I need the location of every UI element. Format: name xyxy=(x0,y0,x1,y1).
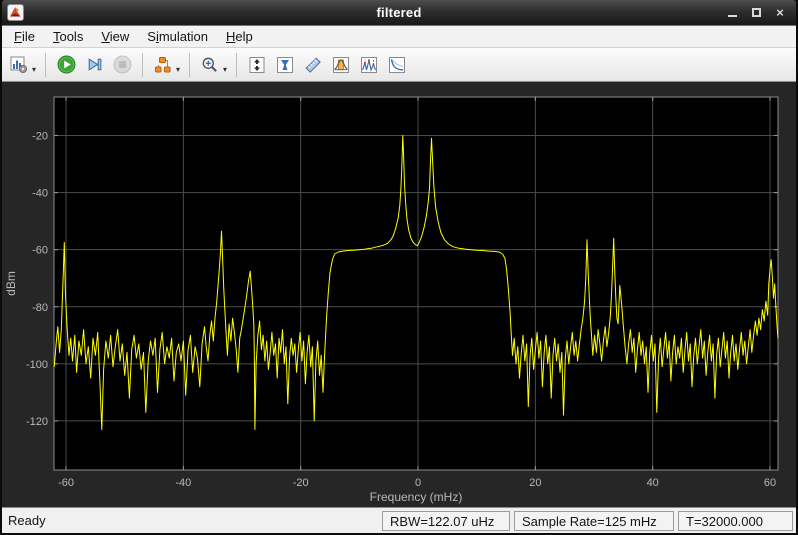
spectrum-plot[interactable]: -60 -40 -20 0 20 40 60 -20 -40 -60 -80 -100 -120 Freq… xyxy=(2,82,796,507)
toolbar-separator xyxy=(189,53,190,77)
status-rbw: RBW=122.07 uHz xyxy=(382,511,510,531)
status-sample-rate: Sample Rate=125 mHz xyxy=(514,511,674,531)
toolbar: ▾ xyxy=(2,48,796,82)
zoom-dropdown[interactable]: ▾ xyxy=(223,65,227,74)
scope-window: filtered × File Tools View Simulation He… xyxy=(0,0,798,535)
distortion-measurements-button[interactable] xyxy=(384,52,410,78)
svg-text:-120: -120 xyxy=(26,416,48,428)
svg-text:40: 40 xyxy=(647,477,659,489)
svg-text:-20: -20 xyxy=(293,477,309,489)
status-ready: Ready xyxy=(5,513,378,528)
cursor-measurements-icon xyxy=(304,56,322,74)
svg-text:0: 0 xyxy=(415,477,421,489)
autoscale-y-axis-icon xyxy=(248,56,266,74)
step-forward-button[interactable] xyxy=(81,52,107,78)
spectrum-settings-dropdown[interactable]: ▾ xyxy=(32,65,36,74)
simulink-hierarchy-icon xyxy=(154,56,172,74)
svg-text:-40: -40 xyxy=(175,477,191,489)
maximize-icon xyxy=(752,8,761,17)
autoscale-y-axis-button[interactable] xyxy=(244,52,270,78)
run-icon xyxy=(57,55,76,74)
distortion-measurements-icon xyxy=(388,56,406,74)
svg-text:-80: -80 xyxy=(32,302,48,314)
spectrum-settings-button[interactable] xyxy=(6,52,32,78)
menu-item-view[interactable]: View xyxy=(92,27,138,46)
svg-text:-20: -20 xyxy=(32,131,48,143)
matlab-icon xyxy=(7,4,24,21)
maximize-button[interactable] xyxy=(750,7,762,19)
peak-finder-button[interactable] xyxy=(356,52,382,78)
stop-icon xyxy=(113,55,132,74)
svg-text:20: 20 xyxy=(529,477,541,489)
menu-item-help[interactable]: Help xyxy=(217,27,262,46)
scope-canvas: -60 -40 -20 0 20 40 60 -20 -40 -60 -80 -100 -120 Freq… xyxy=(2,82,796,507)
menu-item-file[interactable]: File xyxy=(5,27,44,46)
spectrum-settings-icon xyxy=(10,56,28,74)
window-title: filtered xyxy=(2,5,796,20)
simulink-hierarchy-button[interactable] xyxy=(150,52,176,78)
statusbar: Ready RBW=122.07 uHz Sample Rate=125 mHz… xyxy=(2,507,796,533)
menu-item-tools[interactable]: Tools xyxy=(44,27,92,46)
status-time: T=32000.000 xyxy=(678,511,793,531)
zoom-in-button[interactable] xyxy=(197,52,223,78)
close-button[interactable]: × xyxy=(774,7,786,19)
svg-text:-60: -60 xyxy=(58,477,74,489)
svg-text:-60: -60 xyxy=(32,245,48,257)
x-axis-label: Frequency (mHz) xyxy=(370,490,463,504)
menubar: File Tools View Simulation Help xyxy=(2,26,796,48)
close-icon: × xyxy=(776,6,784,19)
titlebar: filtered × xyxy=(2,0,796,26)
minimize-button[interactable] xyxy=(726,7,738,19)
step-forward-icon xyxy=(85,55,104,74)
svg-text:-100: -100 xyxy=(26,359,48,371)
channel-measurements-icon xyxy=(332,56,350,74)
spectral-mask-button[interactable] xyxy=(272,52,298,78)
peak-finder-icon xyxy=(360,56,378,74)
cursor-measurements-button[interactable] xyxy=(300,52,326,78)
run-button[interactable] xyxy=(53,52,79,78)
toolbar-separator xyxy=(236,53,237,77)
y-axis-label: dBm xyxy=(4,271,18,296)
svg-text:-40: -40 xyxy=(32,188,48,200)
stop-button[interactable] xyxy=(109,52,135,78)
svg-text:60: 60 xyxy=(764,477,776,489)
spectral-mask-icon xyxy=(276,56,294,74)
simulink-hierarchy-dropdown[interactable]: ▾ xyxy=(176,65,180,74)
channel-measurements-button[interactable] xyxy=(328,52,354,78)
minimize-icon xyxy=(728,15,737,17)
zoom-in-icon xyxy=(201,56,219,74)
toolbar-separator xyxy=(45,53,46,77)
menu-item-simulation[interactable]: Simulation xyxy=(138,27,217,46)
toolbar-separator xyxy=(142,53,143,77)
